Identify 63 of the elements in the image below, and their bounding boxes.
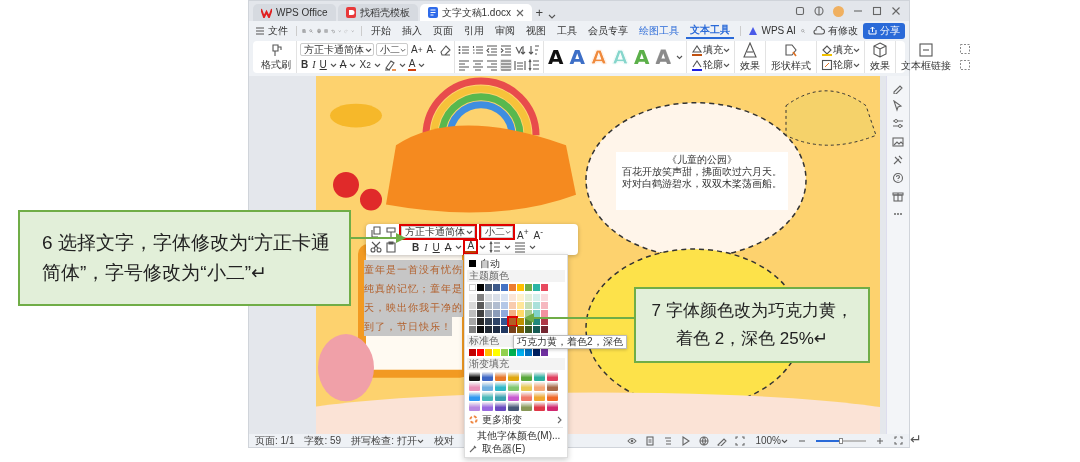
format-painter-button[interactable]: 格式刷 [259, 42, 293, 72]
eyedropper-option[interactable]: 取色器(E) [469, 442, 563, 455]
underline-button[interactable]: U [318, 57, 328, 72]
menu-tab[interactable]: 开始 [367, 22, 396, 39]
strikethrough-button[interactable]: A [338, 57, 348, 72]
page-count: 页面: 1/1 [255, 433, 295, 448]
new-tab-button[interactable]: + [533, 3, 546, 21]
underline-button[interactable]: U [431, 240, 441, 254]
ai-button[interactable]: WPS AI [746, 22, 798, 39]
text-style-button[interactable]: A [547, 45, 565, 69]
menu-tab[interactable]: 引用 [460, 22, 489, 39]
proofread-button[interactable]: 校对 [433, 433, 454, 448]
menu-tab[interactable]: 文本工具 [686, 22, 735, 39]
more-gradients-option[interactable]: 更多渐变 [469, 413, 563, 426]
tab[interactable]: 文字文稿1.docx [419, 4, 532, 21]
file-menu[interactable]: 文件 [253, 22, 290, 39]
textbox-link-button[interactable]: 文本框链接 [898, 41, 953, 73]
shape-style-button[interactable]: 形状样式 [768, 41, 813, 73]
italic-button[interactable]: I [311, 57, 317, 72]
zoom-level-button[interactable]: 100% [755, 435, 788, 446]
shape-fill-button[interactable]: 填充 [819, 42, 861, 57]
share-button[interactable]: 分享 [863, 22, 905, 39]
font-field[interactable]: 方正卡通简体 [401, 226, 475, 238]
word-count: 字数: 59 [304, 433, 342, 448]
callout: 7 字体颜色改为巧克力黄，着色 2，深色 25%↵ [634, 287, 870, 363]
text-fill-button[interactable]: 填充 [689, 42, 731, 57]
poem-line: 百花开放笑声甜，拂面吹过六月天。 [621, 166, 783, 178]
poem-title: 《儿童的公园》 [666, 154, 738, 166]
size-field[interactable]: 小二 [481, 226, 513, 238]
text-effect-button[interactable]: 效果 [737, 41, 762, 73]
italic-button[interactable]: I [423, 240, 429, 254]
paragraph-mark: ↵ [910, 431, 922, 447]
font-field[interactable]: 方正卡通简体 [300, 43, 374, 56]
strikethrough-button[interactable]: A [443, 240, 453, 254]
menu-tab[interactable]: 绘图工具 [635, 22, 684, 39]
shape-outline-button[interactable]: 轮廓 [819, 57, 861, 72]
menu-tab[interactable]: 视图 [522, 22, 551, 39]
auto-color-option[interactable]: 自动 [469, 257, 563, 270]
tooltip: 巧克力黄，着色2，深色 [513, 335, 627, 349]
menu-tab[interactable]: 页面 [429, 22, 458, 39]
size-field[interactable]: 小二 [376, 43, 408, 56]
font-color-button[interactable]: A [407, 58, 417, 71]
menu-tab[interactable]: 会员专享 [584, 22, 633, 39]
text-style-button[interactable]: A [568, 45, 586, 69]
other-colors-option[interactable]: 其他字体颜色(M)... [469, 429, 563, 442]
spell-check-button[interactable]: 拼写检查: 打开 [351, 433, 424, 448]
section-heading: 渐变填充 [467, 358, 565, 370]
callout: 6 选择文字，字体修改为“方正卡通简体”，字号修改为“小二”↵ [18, 210, 351, 306]
tab[interactable]: WPS Office [253, 4, 336, 21]
bold-button[interactable]: B [411, 240, 421, 254]
menu-tab[interactable]: 审阅 [491, 22, 520, 39]
font-color-button[interactable]: A [465, 241, 477, 253]
modified-button[interactable]: 有修改 [811, 22, 860, 39]
menu-tab[interactable]: 插入 [398, 22, 427, 39]
grow-font-button[interactable]: A$^{+}$ [516, 225, 530, 239]
section-heading: 主题颜色 [467, 270, 565, 282]
tab[interactable]: 找稻壳模板 [337, 4, 418, 21]
poem-line: 对对白鹤游碧水，双双木桨荡画船。 [621, 178, 783, 190]
bold-button[interactable]: B [300, 57, 310, 72]
text-outline-button[interactable]: 轮廓 [689, 57, 731, 72]
shape-effect-button[interactable]: 效果 [867, 41, 892, 73]
shrink-font-button[interactable]: A$^{-}$ [532, 225, 544, 239]
menu-tab[interactable]: 工具 [553, 22, 582, 39]
